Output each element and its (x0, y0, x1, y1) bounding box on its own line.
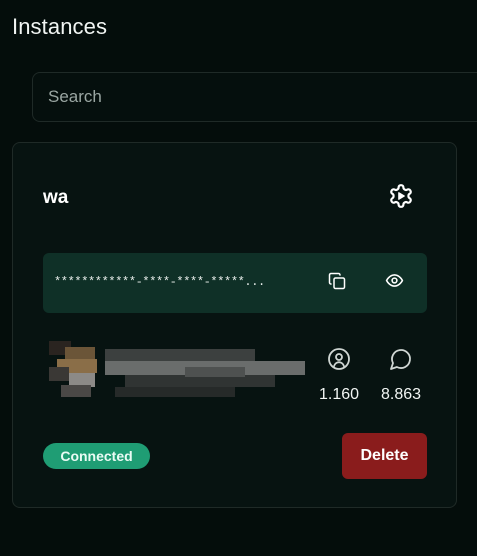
gear-icon (388, 183, 414, 214)
settings-button[interactable] (387, 183, 415, 214)
reveal-button[interactable] (382, 271, 406, 295)
search-input[interactable] (33, 73, 477, 121)
contacts-count: 1.160 (318, 386, 360, 403)
contacts-stat: 1.160 (317, 347, 361, 404)
user-circle-icon (327, 347, 351, 376)
instance-card: wa ************-****-****-*****... 1.160… (12, 142, 457, 508)
chats-stat: 8.863 (375, 347, 427, 404)
instances-page: Instances wa ************-****-****-****… (0, 0, 477, 556)
copy-button[interactable] (325, 271, 349, 295)
status-badge: Connected (43, 443, 150, 469)
message-circle-icon (389, 347, 413, 376)
api-key-masked: ************-****-****-*****... (54, 275, 265, 289)
copy-icon (328, 272, 346, 295)
delete-button[interactable]: Delete (342, 433, 427, 479)
eye-icon (385, 271, 404, 295)
search-field[interactable] (32, 72, 477, 122)
redacted-profile-info (35, 337, 305, 401)
api-key-box: ************-****-****-*****... (43, 253, 427, 313)
instance-name: wa (43, 187, 69, 208)
chats-count: 8.863 (380, 386, 422, 403)
page-title: Instances (12, 14, 108, 39)
